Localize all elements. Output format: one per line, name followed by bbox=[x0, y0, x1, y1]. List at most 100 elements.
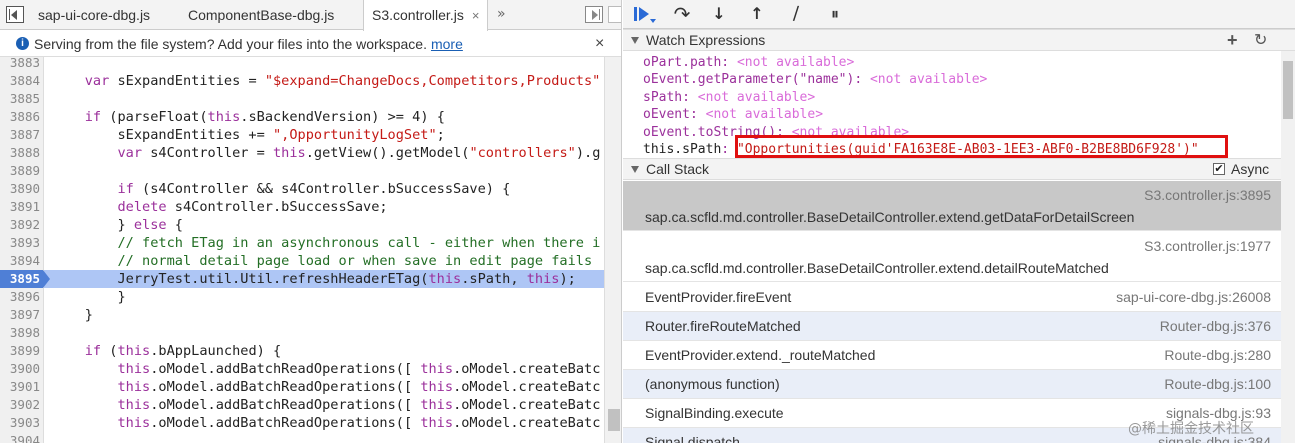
code-line[interactable]: 3891 delete s4Controller.bSuccessSave; bbox=[0, 198, 604, 216]
close-tab-icon[interactable]: × bbox=[472, 1, 480, 31]
call-frame[interactable]: EventProvider.fireEvent sap-ui-core-dbg.j… bbox=[623, 283, 1281, 312]
code-line[interactable]: 3896 } bbox=[0, 288, 604, 306]
scrollbar-thumb[interactable] bbox=[608, 409, 620, 431]
call-frame[interactable]: sap.ca.scfld.md.controller.BaseDetailCon… bbox=[623, 181, 1281, 231]
watch-row[interactable]: oEvent.getParameter("name"): <not availa… bbox=[643, 71, 987, 88]
code-line[interactable]: 3885 bbox=[0, 90, 604, 108]
call-frame[interactable]: EventProvider.extend._routeMatched Route-… bbox=[623, 341, 1281, 370]
line-number[interactable]: 3887 bbox=[0, 126, 44, 144]
tab-componentbase[interactable]: ComponentBase-dbg.js bbox=[180, 0, 342, 30]
code-editor[interactable]: 3883 3884 var sExpandEntities = "$expand=… bbox=[0, 57, 604, 443]
code-line[interactable]: 3887 sExpandEntities += ",OpportunityLog… bbox=[0, 126, 604, 144]
line-number[interactable]: 3890 bbox=[0, 180, 44, 198]
call-frame[interactable]: (anonymous function) Route-dbg.js:100 bbox=[623, 370, 1281, 399]
breakpoint-line-number[interactable]: 3895 bbox=[0, 270, 50, 288]
code-line[interactable]: 3904 bbox=[0, 432, 604, 443]
line-number[interactable]: 3901 bbox=[0, 378, 44, 396]
execution-line[interactable]: 3895 JerryTest.util.Util.refreshHeaderET… bbox=[0, 270, 604, 288]
line-number[interactable]: 3899 bbox=[0, 342, 44, 360]
code-text: this.oModel.addBatchReadOperations([ thi… bbox=[117, 397, 601, 413]
code-line[interactable]: 3901 this.oModel.addBatchReadOperations(… bbox=[0, 378, 604, 396]
watch-expressions-header[interactable]: Watch Expressions + ↻ bbox=[623, 29, 1295, 51]
code-line[interactable]: 3903 this.oModel.addBatchReadOperations(… bbox=[0, 414, 604, 432]
code-line[interactable]: 3900 this.oModel.addBatchReadOperations(… bbox=[0, 360, 604, 378]
code-line[interactable]: 3890 if (s4Controller && s4Controller.bS… bbox=[0, 180, 604, 198]
more-tabs-icon[interactable]: » bbox=[497, 6, 506, 22]
line-number[interactable]: 3903 bbox=[0, 414, 44, 432]
code-line[interactable]: 3893 // fetch ETag in an asynchronous ca… bbox=[0, 234, 604, 252]
code-line[interactable]: 3886 if (parseFloat(this.sBackendVersion… bbox=[0, 108, 604, 126]
pause-on-exceptions-icon[interactable]: ⏸ bbox=[823, 3, 847, 25]
step-out-icon[interactable]: ↑ bbox=[745, 3, 769, 25]
code-line[interactable]: 3883 bbox=[0, 57, 604, 72]
line-number[interactable]: 3902 bbox=[0, 396, 44, 414]
frame-location[interactable]: Route-dbg.js:100 bbox=[1164, 376, 1271, 392]
frame-function: (anonymous function) bbox=[645, 376, 780, 392]
line-number[interactable]: 3888 bbox=[0, 144, 44, 162]
frame-location[interactable]: sap-ui-core-dbg.js:26008 bbox=[1116, 289, 1271, 305]
frame-location[interactable]: Route-dbg.js:280 bbox=[1164, 347, 1271, 363]
code-line[interactable]: 3902 this.oModel.addBatchReadOperations(… bbox=[0, 396, 604, 414]
step-into-icon[interactable]: ↓ bbox=[707, 3, 731, 25]
navigator-toggle-icon[interactable] bbox=[6, 6, 24, 23]
add-watch-icon[interactable]: + bbox=[1227, 30, 1238, 51]
frame-function: EventProvider.extend._routeMatched bbox=[645, 347, 876, 363]
scrollbar-thumb[interactable] bbox=[1283, 61, 1293, 119]
line-number[interactable]: 3893 bbox=[0, 234, 44, 252]
code-line[interactable]: 3892 } else { bbox=[0, 216, 604, 234]
tab-sap-ui-core[interactable]: sap-ui-core-dbg.js bbox=[30, 0, 158, 30]
line-number[interactable]: 3904 bbox=[0, 432, 44, 443]
line-number[interactable]: 3896 bbox=[0, 288, 44, 306]
async-checkbox[interactable]: ✔ bbox=[1213, 163, 1225, 175]
watch-row[interactable]: sPath: <not available> bbox=[643, 89, 815, 106]
call-frame[interactable]: Router.fireRouteMatched Router-dbg.js:376 bbox=[623, 312, 1281, 341]
tab-label: sap-ui-core-dbg.js bbox=[38, 7, 151, 23]
line-number[interactable]: 3886 bbox=[0, 108, 44, 126]
line-number[interactable]: 3884 bbox=[0, 72, 44, 90]
code-line[interactable]: 3898 bbox=[0, 324, 604, 342]
frame-function: SignalBinding.execute bbox=[645, 405, 784, 421]
line-number[interactable]: 3885 bbox=[0, 90, 44, 108]
sidebar-scrollbar[interactable] bbox=[1281, 51, 1295, 443]
line-number[interactable]: 3892 bbox=[0, 216, 44, 234]
code-text: // normal detail page load or when save … bbox=[117, 253, 593, 269]
editor-scrollbar[interactable] bbox=[604, 57, 621, 443]
code-line[interactable]: 3894 // normal detail page load or when … bbox=[0, 252, 604, 270]
infobar-more-link[interactable]: more bbox=[431, 36, 463, 52]
line-number[interactable]: 3894 bbox=[0, 252, 44, 270]
step-over-icon[interactable]: ↷ bbox=[670, 3, 694, 25]
code-text: this.oModel.addBatchReadOperations([ thi… bbox=[117, 361, 601, 377]
watch-expression: this.sPath bbox=[643, 142, 722, 157]
watch-row[interactable]: oPart.path: <not available> bbox=[643, 54, 854, 71]
watch-value: <not available> bbox=[697, 90, 816, 105]
code-text: if (parseFloat(this.sBackendVersion) >= … bbox=[84, 109, 445, 125]
call-stack-header[interactable]: Call Stack ✔ Async bbox=[623, 158, 1295, 180]
code-text: this.oModel.addBatchReadOperations([ thi… bbox=[117, 379, 601, 395]
line-number[interactable]: 3897 bbox=[0, 306, 44, 324]
watch-row[interactable]: oEvent: <not available> bbox=[643, 106, 823, 123]
line-number[interactable]: 3891 bbox=[0, 198, 44, 216]
frame-function: Signal.dispatch bbox=[645, 434, 740, 443]
frame-location[interactable]: Router-dbg.js:376 bbox=[1160, 318, 1271, 334]
code-line[interactable]: 3889 bbox=[0, 162, 604, 180]
frame-location[interactable]: S3.controller.js:3895 bbox=[1144, 187, 1271, 203]
call-frame[interactable]: sap.ca.scfld.md.controller.BaseDetailCon… bbox=[623, 232, 1281, 282]
line-number[interactable]: 3883 bbox=[0, 57, 44, 72]
refresh-watch-icon[interactable]: ↻ bbox=[1254, 30, 1267, 51]
code-line[interactable]: 3888 var s4Controller = this.getView().g… bbox=[0, 144, 604, 162]
code-text: this.oModel.addBatchReadOperations([ thi… bbox=[117, 415, 601, 431]
line-number[interactable]: 3898 bbox=[0, 324, 44, 342]
debugger-toggle-icon[interactable] bbox=[585, 6, 603, 23]
frame-location[interactable]: S3.controller.js:1977 bbox=[1144, 238, 1271, 254]
line-number[interactable]: 3889 bbox=[0, 162, 44, 180]
deactivate-breakpoints-icon[interactable]: ⧸ bbox=[784, 3, 808, 25]
code-line[interactable]: 3884 var sExpandEntities = "$expand=Chan… bbox=[0, 72, 604, 90]
tab-s3-controller[interactable]: S3.controller.js × bbox=[363, 0, 489, 31]
close-infobar-icon[interactable]: × bbox=[595, 31, 604, 57]
code-line[interactable]: 3899 if (this.bAppLaunched) { bbox=[0, 342, 604, 360]
resume-icon[interactable] bbox=[629, 3, 656, 25]
line-number[interactable]: 3900 bbox=[0, 360, 44, 378]
sidebar-toggle-icon[interactable] bbox=[608, 6, 621, 23]
watermark: @稀土掘金技术社区 bbox=[1128, 421, 1254, 437]
code-line[interactable]: 3897 } bbox=[0, 306, 604, 324]
